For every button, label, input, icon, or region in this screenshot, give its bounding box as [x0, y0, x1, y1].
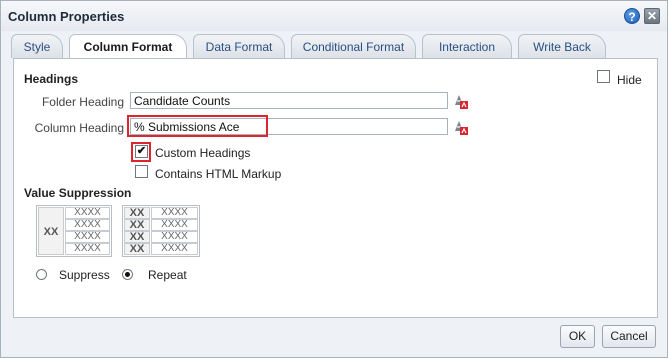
- repeat-sample-cell: XXXX: [151, 243, 198, 255]
- repeat-sample-cell: XXXX: [151, 231, 198, 243]
- repeat-label: Repeat: [148, 268, 187, 282]
- help-icon[interactable]: ?: [624, 8, 640, 24]
- cancel-button[interactable]: Cancel: [602, 325, 656, 348]
- column-properties-dialog: Column Properties ? ✕ Style Column Forma…: [0, 0, 668, 358]
- column-format-panel: Headings Hide Folder Heading Column Head…: [13, 58, 658, 318]
- ok-button[interactable]: OK: [560, 325, 595, 348]
- custom-headings-label: Custom Headings: [155, 146, 251, 160]
- contains-html-checkbox[interactable]: [135, 165, 148, 178]
- hide-checkbox[interactable]: [597, 70, 610, 83]
- tab-data-format[interactable]: Data Format: [193, 34, 285, 58]
- contains-html-label: Contains HTML Markup: [155, 167, 282, 181]
- column-heading-label: Column Heading: [34, 121, 124, 135]
- dialog-titlebar: Column Properties ? ✕: [1, 1, 667, 31]
- suppress-sample-cell: XXXX: [65, 243, 110, 255]
- tab-write-back[interactable]: Write Back: [518, 34, 606, 58]
- folder-heading-label: Folder Heading: [41, 95, 124, 109]
- repeat-sample-grid: XX XX XX XX XXXX XXXX XXXX XXXX: [122, 205, 200, 257]
- tab-column-format[interactable]: Column Format: [69, 34, 187, 59]
- suppress-label: Suppress: [59, 268, 110, 282]
- suppress-sample-cell: XXXX: [65, 231, 110, 243]
- close-icon[interactable]: ✕: [644, 8, 660, 24]
- value-suppression-title: Value Suppression: [24, 186, 132, 200]
- dialog-title: Column Properties: [8, 9, 125, 24]
- repeat-sample-cell: XXXX: [151, 207, 198, 219]
- suppress-sample-cell: XXXX: [65, 219, 110, 231]
- repeat-radio[interactable]: [122, 269, 133, 280]
- edit-text-icon[interactable]: [451, 118, 469, 136]
- headings-section-title: Headings: [24, 72, 79, 86]
- repeat-sample-head: XX: [124, 207, 150, 219]
- repeat-sample-cell: XXXX: [151, 219, 198, 231]
- edit-text-icon[interactable]: [451, 92, 469, 110]
- tab-style[interactable]: Style: [11, 34, 63, 58]
- column-heading-highlight: [127, 115, 268, 137]
- suppress-sample-head: XX: [38, 207, 64, 255]
- suppress-radio[interactable]: [36, 269, 47, 280]
- tab-conditional-format[interactable]: Conditional Format: [291, 34, 416, 58]
- repeat-sample-head: XX: [124, 243, 150, 255]
- repeat-sample-head: XX: [124, 231, 150, 243]
- folder-heading-input[interactable]: [130, 92, 448, 109]
- suppress-sample-cell: XXXX: [65, 207, 110, 219]
- hide-label: Hide: [617, 73, 642, 87]
- repeat-sample-head: XX: [124, 219, 150, 231]
- tab-interaction[interactable]: Interaction: [422, 34, 512, 58]
- custom-headings-checkbox[interactable]: ✔: [135, 145, 148, 158]
- suppress-sample-grid: XX XXXX XXXX XXXX XXXX: [36, 205, 112, 257]
